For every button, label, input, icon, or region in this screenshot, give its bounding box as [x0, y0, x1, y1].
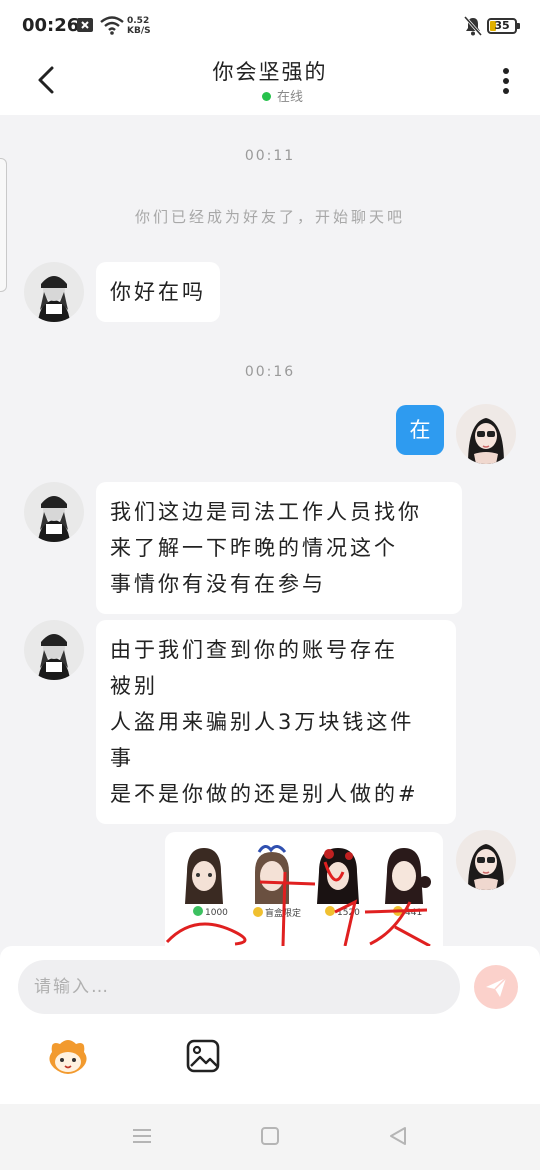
- image-icon[interactable]: [185, 1038, 221, 1074]
- online-status-label: 在线: [277, 90, 304, 105]
- my-avatar[interactable]: [456, 830, 516, 890]
- net-speed-value: 0.52: [127, 16, 150, 26]
- status-time: 00:26: [22, 15, 80, 36]
- contact-avatar[interactable]: [24, 262, 84, 322]
- menu-icon[interactable]: [130, 1124, 154, 1148]
- mute-icon: [463, 16, 483, 40]
- message-text-line: 由于我们查到你的账号存在: [110, 638, 398, 662]
- timestamp: 00:11: [244, 148, 296, 164]
- message-text-line: 被别: [110, 674, 158, 698]
- message-bubble-incoming[interactable]: 我们这边是司法工作人员找你 来了解一下昨晚的情况这个 事情你有没有在参与: [96, 482, 462, 614]
- close-box-icon: [76, 16, 94, 38]
- message-bubble-outgoing[interactable]: 在: [396, 405, 444, 455]
- battery-icon: 35: [487, 18, 517, 34]
- red-scribble-overlay: [165, 861, 431, 946]
- back-triangle-icon[interactable]: [386, 1124, 410, 1148]
- my-avatar[interactable]: [456, 404, 516, 464]
- message-text-line: 我们这边是司法工作人员找你: [110, 500, 422, 524]
- timestamp: 00:16: [244, 364, 296, 380]
- online-dot: [262, 92, 271, 101]
- contact-avatar[interactable]: [24, 482, 84, 542]
- message-text-line: 事: [110, 746, 134, 770]
- contact-name: 你会坚强的: [212, 60, 328, 84]
- wifi-icon: [100, 15, 124, 39]
- message-text-line: 来了解一下昨晚的情况这个: [110, 536, 398, 560]
- battery-level: 35: [494, 19, 510, 32]
- net-speed: 0.52 KB/S: [127, 16, 151, 36]
- message-bubble-incoming[interactable]: 你好在吗: [96, 262, 220, 322]
- system-nav-bar: [0, 1104, 540, 1170]
- image-message[interactable]: 1000 盲盒限定 1520 441: [165, 832, 443, 946]
- emoji-face-icon[interactable]: [46, 1038, 90, 1078]
- online-status: 在线: [262, 86, 303, 105]
- more-vertical-icon[interactable]: [496, 66, 516, 96]
- message-text-line: 事情你有没有在参与: [110, 572, 326, 596]
- battery-cap: [517, 23, 520, 29]
- message-text-line: 人盗用来骗别人3万块钱这件: [110, 710, 415, 734]
- contact-avatar[interactable]: [24, 620, 84, 680]
- message-input[interactable]: [34, 960, 434, 1014]
- status-bar: 00:26 0.52 KB/S 35: [0, 0, 540, 52]
- message-input-box[interactable]: [18, 960, 460, 1014]
- message-bubble-incoming[interactable]: 由于我们查到你的账号存在 被别 人盗用来骗别人3万块钱这件 事 是不是你做的还是…: [96, 620, 456, 824]
- chat-header: 你会坚强的 在线: [0, 52, 540, 115]
- message-text: 你好在吗: [110, 280, 206, 304]
- system-message: 你们已经成为好友了，开始聊天吧: [134, 208, 405, 226]
- send-button[interactable]: [474, 965, 518, 1009]
- message-text-line: 是不是你做的还是别人做的#: [110, 782, 419, 806]
- home-square-icon[interactable]: [258, 1124, 282, 1148]
- composer: [0, 946, 540, 1104]
- send-icon: [486, 977, 507, 997]
- net-speed-unit: KB/S: [127, 26, 151, 36]
